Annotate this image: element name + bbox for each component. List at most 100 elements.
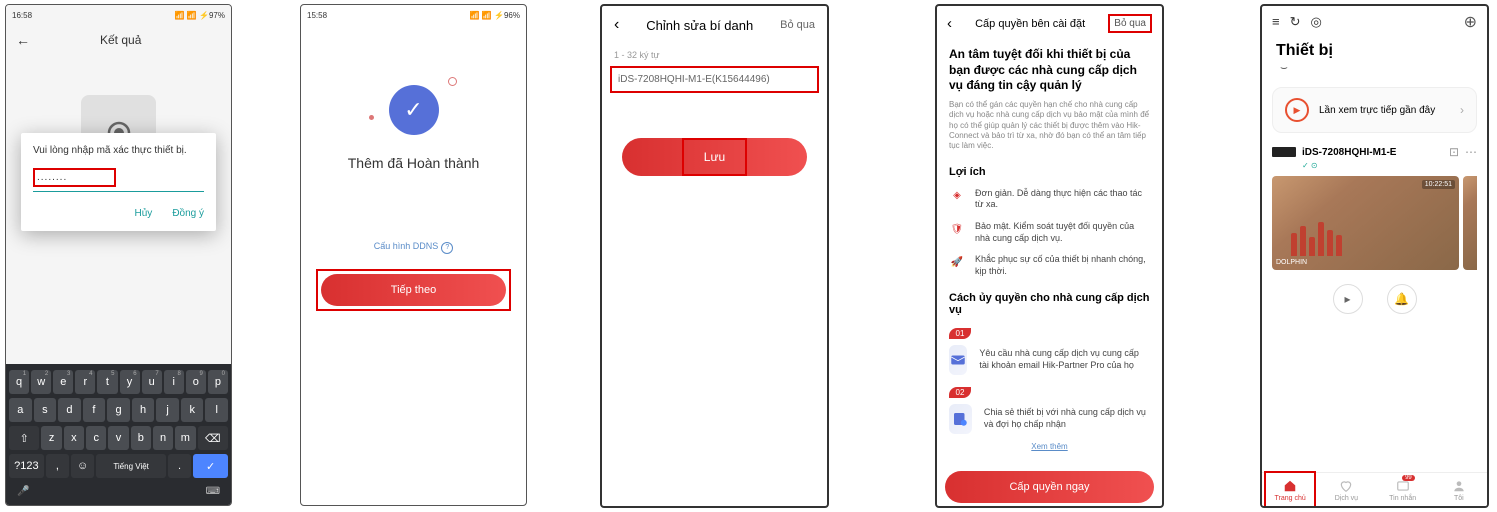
status-time: 16:58 (12, 11, 32, 20)
skip-button[interactable]: Bỏ qua (780, 19, 815, 31)
mic-icon[interactable]: 🎤 (17, 486, 29, 497)
key-v[interactable]: v (108, 426, 128, 450)
key-c[interactable]: c (86, 426, 106, 450)
play-icon: ▶ (1285, 98, 1309, 122)
scan-icon[interactable]: ◎ (1311, 14, 1322, 30)
key-s[interactable]: s (34, 398, 57, 422)
playback-icon[interactable]: ▸ (1333, 284, 1363, 314)
key-u[interactable]: u7 (142, 370, 162, 394)
key-j[interactable]: j (156, 398, 179, 422)
benefits-title: Lợi ích (949, 166, 1150, 178)
key-backspace[interactable]: ⌫ (198, 426, 228, 450)
ok-button[interactable]: Đồng ý (172, 208, 204, 219)
key-i[interactable]: i8 (164, 370, 184, 394)
cancel-button[interactable]: Hủy (135, 208, 153, 219)
key-n[interactable]: n (153, 426, 173, 450)
key-l[interactable]: l (205, 398, 228, 422)
more-icon[interactable]: ⋯ (1465, 145, 1477, 159)
key-period[interactable]: . (168, 454, 191, 478)
key-r[interactable]: r4 (75, 370, 95, 394)
grant-button[interactable]: Cấp quyền ngay (945, 471, 1154, 503)
key-z[interactable]: z (41, 426, 61, 450)
nav-message[interactable]: 99 Tin nhắn (1375, 473, 1431, 506)
kb-collapse-icon[interactable]: ⌨ (206, 486, 220, 497)
keyboard[interactable]: q1 w2 e3 r4 t5 y6 u7 i8 o9 p0 a s d f g … (6, 364, 231, 505)
header: ‹ Chỉnh sửa bí danh Bỏ qua (602, 6, 827, 44)
phone-5: ≡ ↻ ◎ ⊕ Thiết bị ⌣ ▶ Lần xem trực tiếp g… (1260, 4, 1489, 508)
monitor-icon[interactable]: ⊡ (1449, 145, 1459, 159)
key-g[interactable]: g (107, 398, 130, 422)
key-symbols[interactable]: ?123 (9, 454, 44, 478)
recent-views[interactable]: ▶ Lần xem trực tiếp gần đây › (1272, 87, 1477, 133)
camera-preview[interactable]: 10:22:51 DOLPHIN (1272, 176, 1459, 270)
benefit-1: Đơn giản. Dễ dàng thực hiện các thao tác… (975, 188, 1150, 211)
key-o[interactable]: o9 (186, 370, 206, 394)
input-underline (33, 191, 204, 192)
step-2-badge: 02 (949, 387, 971, 398)
key-q[interactable]: q1 (9, 370, 29, 394)
input-highlight: iDS-7208HQHI-M1-E(K15644496) (610, 66, 819, 93)
phone-2: 15:58 📶 📶 ⚡96% Thêm đã Hoàn thành Cấu hì… (300, 4, 527, 506)
key-t[interactable]: t5 (97, 370, 117, 394)
body: An tâm tuyệt đối khi thiết bị của bạn đư… (937, 41, 1162, 457)
camera-preview-next[interactable] (1463, 176, 1477, 270)
key-space[interactable]: Tiếng Việt (96, 454, 166, 478)
phone-1: 16:58 📶 📶 ⚡97% ← Kết quả Vui lòng nhập m… (5, 4, 232, 506)
key-emoji[interactable]: ☺ (71, 454, 94, 478)
code-input[interactable]: ........ (37, 172, 112, 183)
key-y[interactable]: y6 (120, 370, 140, 394)
input-hint: 1 - 32 ký tự (602, 44, 827, 66)
skip-button[interactable]: Bỏ qua (1108, 14, 1152, 33)
key-k[interactable]: k (181, 398, 204, 422)
key-m[interactable]: m (175, 426, 195, 450)
key-p[interactable]: p0 (208, 370, 228, 394)
key-e[interactable]: e3 (53, 370, 73, 394)
status-bar: 15:58 📶 📶 ⚡96% (301, 5, 526, 25)
nav-me[interactable]: Tôi (1431, 473, 1487, 506)
add-icon[interactable]: ⊕ (1464, 12, 1477, 32)
key-shift[interactable]: ⇧ (9, 426, 39, 450)
device-name: iDS-7208HQHI-M1-E (1302, 147, 1443, 158)
back-icon[interactable]: ← (16, 32, 30, 48)
benefit-3: Khắc phục sự cố của thiết bị nhanh chóng… (975, 254, 1150, 277)
recent-label: Lần xem trực tiếp gần đây (1319, 105, 1435, 116)
save-button[interactable]: Lưu (622, 138, 807, 176)
share-icon (949, 404, 972, 434)
key-h[interactable]: h (132, 398, 155, 422)
key-b[interactable]: b (131, 426, 151, 450)
key-w[interactable]: w2 (31, 370, 51, 394)
playback-controls: ▸ 🔔 (1272, 284, 1477, 314)
email-icon (949, 345, 967, 375)
device-card: iDS-7208HQHI-M1-E ⊡ ⋯ ✓ ⊙ 10:22:51 DOLPH… (1262, 145, 1487, 314)
benefit-2: Bảo mật. Kiểm soát tuyệt đối quyền của n… (975, 221, 1150, 244)
description: Bạn có thể gán các quyền hạn chế cho nhà… (949, 100, 1150, 152)
key-d[interactable]: d (58, 398, 81, 422)
nav-home[interactable]: Trang chủ (1262, 473, 1318, 506)
device-status: ✓ ⊙ (1272, 161, 1477, 170)
nav-service[interactable]: Dịch vụ (1318, 473, 1374, 506)
shield-icon: 🛡 (949, 221, 965, 237)
bottom-nav: Trang chủ Dịch vụ 99 Tin nhắn Tôi (1262, 472, 1487, 506)
message-badge: 99 (1402, 475, 1415, 481)
history-icon[interactable]: ↻ (1290, 14, 1301, 30)
key-comma[interactable]: , (46, 454, 69, 478)
back-icon[interactable]: ‹ (947, 15, 952, 32)
nav-highlight (1264, 471, 1316, 508)
more-link[interactable]: Xem thêm (949, 442, 1150, 451)
next-button[interactable]: Tiếp theo (321, 274, 506, 306)
key-f[interactable]: f (83, 398, 106, 422)
step-2-text: Chia sẻ thiết bị với nhà cung cấp dịch v… (984, 407, 1150, 430)
menu-icon[interactable]: ≡ (1272, 14, 1280, 30)
device-header[interactable]: iDS-7208HQHI-M1-E ⊡ ⋯ (1272, 145, 1477, 159)
help-icon[interactable]: ? (441, 242, 453, 254)
ddns-link[interactable]: Cấu hình DDNS? (301, 241, 526, 254)
bell-icon[interactable]: 🔔 (1387, 284, 1417, 314)
verification-dialog: Vui lòng nhập mã xác thực thiết bị. ....… (21, 133, 216, 231)
back-icon[interactable]: ‹ (614, 16, 619, 34)
key-x[interactable]: x (64, 426, 84, 450)
save-wrap: Lưu (622, 138, 807, 176)
key-enter[interactable]: ✓ (193, 454, 228, 478)
step-1-badge: 01 (949, 328, 971, 339)
key-a[interactable]: a (9, 398, 32, 422)
alias-input[interactable]: iDS-7208HQHI-M1-E(K15644496) (618, 74, 811, 85)
